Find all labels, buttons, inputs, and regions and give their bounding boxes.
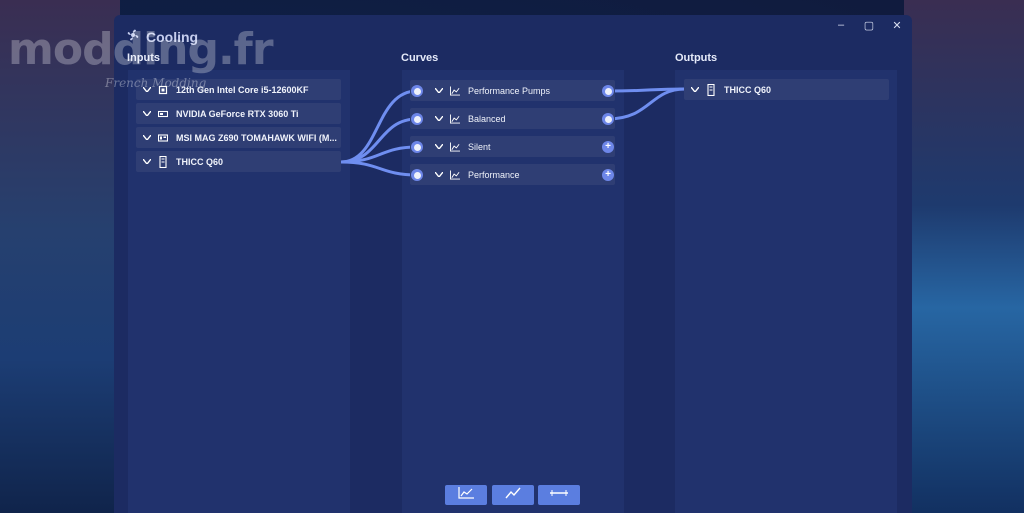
output-node-aio[interactable]: THICC Q60	[684, 79, 889, 100]
curve-input-port[interactable]	[411, 85, 423, 97]
curve-input-port[interactable]	[411, 113, 423, 125]
close-button[interactable]: ✕	[890, 19, 904, 32]
window-controls: – ▢ ✕	[834, 19, 904, 32]
chevron-down-icon[interactable]	[434, 172, 444, 177]
curve-output-port[interactable]	[602, 113, 614, 125]
input-label: NVIDIA GeForce RTX 3060 Ti	[176, 108, 299, 119]
minimize-button[interactable]: –	[834, 19, 848, 32]
curve-graph-icon	[450, 113, 460, 124]
curve-label: Balanced	[468, 113, 506, 124]
chevron-down-icon[interactable]	[142, 111, 152, 116]
curve-label: Silent	[468, 141, 491, 152]
curve-graph-icon	[450, 85, 460, 96]
modding-fr-tagline: French Modding	[105, 76, 207, 90]
modding-fr-logo: modding.fr	[8, 24, 274, 75]
curve-graph-icon	[450, 141, 460, 152]
curve-label: Performance Pumps	[468, 85, 551, 96]
input-label: THICC Q60	[176, 156, 224, 167]
curves-header: Curves	[401, 52, 439, 64]
aio-cooler-icon	[706, 83, 716, 96]
chevron-down-icon[interactable]	[690, 87, 700, 92]
curve-node-performance[interactable]: Performance	[410, 164, 615, 185]
desktop-wallpaper-right	[904, 0, 1024, 513]
chevron-down-icon[interactable]	[142, 135, 152, 140]
flat-line-icon	[550, 486, 568, 504]
input-label: MSI MAG Z690 TOMAHAWK WIFI (M...	[176, 132, 337, 143]
curve-output-port[interactable]	[602, 85, 614, 97]
curve-input-port[interactable]	[411, 169, 423, 181]
maximize-button[interactable]: ▢	[862, 19, 876, 32]
outputs-panel	[675, 70, 897, 513]
desktop-wallpaper-left	[0, 0, 120, 513]
input-node-gpu[interactable]: NVIDIA GeForce RTX 3060 Ti	[136, 103, 341, 124]
linear-curve-button[interactable]	[492, 485, 534, 505]
linear-curve-icon	[505, 486, 521, 504]
aio-cooler-icon	[158, 155, 168, 168]
outputs-header: Outputs	[675, 52, 718, 64]
output-label: THICC Q60	[724, 84, 772, 95]
curve-label: Performance	[468, 169, 520, 180]
curve-node-silent[interactable]: Silent	[410, 136, 615, 157]
chevron-down-icon[interactable]	[434, 116, 444, 121]
add-output-port[interactable]: +	[602, 141, 614, 153]
chevron-down-icon[interactable]	[434, 88, 444, 93]
graph-curve-icon	[458, 486, 474, 504]
fixed-curve-button[interactable]	[538, 485, 580, 505]
input-node-motherboard[interactable]: MSI MAG Z690 TOMAHAWK WIFI (M...	[136, 127, 341, 148]
curve-node-balanced[interactable]: Balanced	[410, 108, 615, 129]
add-output-port[interactable]: +	[602, 169, 614, 181]
chevron-down-icon[interactable]	[434, 144, 444, 149]
gpu-icon	[158, 109, 168, 119]
motherboard-icon	[158, 133, 168, 143]
curve-graph-icon	[450, 169, 460, 180]
curve-node-performance-pumps[interactable]: Performance Pumps	[410, 80, 615, 101]
graph-curve-button[interactable]	[445, 485, 487, 505]
input-node-aio[interactable]: THICC Q60	[136, 151, 341, 172]
curve-input-port[interactable]	[411, 141, 423, 153]
chevron-down-icon[interactable]	[142, 159, 152, 164]
